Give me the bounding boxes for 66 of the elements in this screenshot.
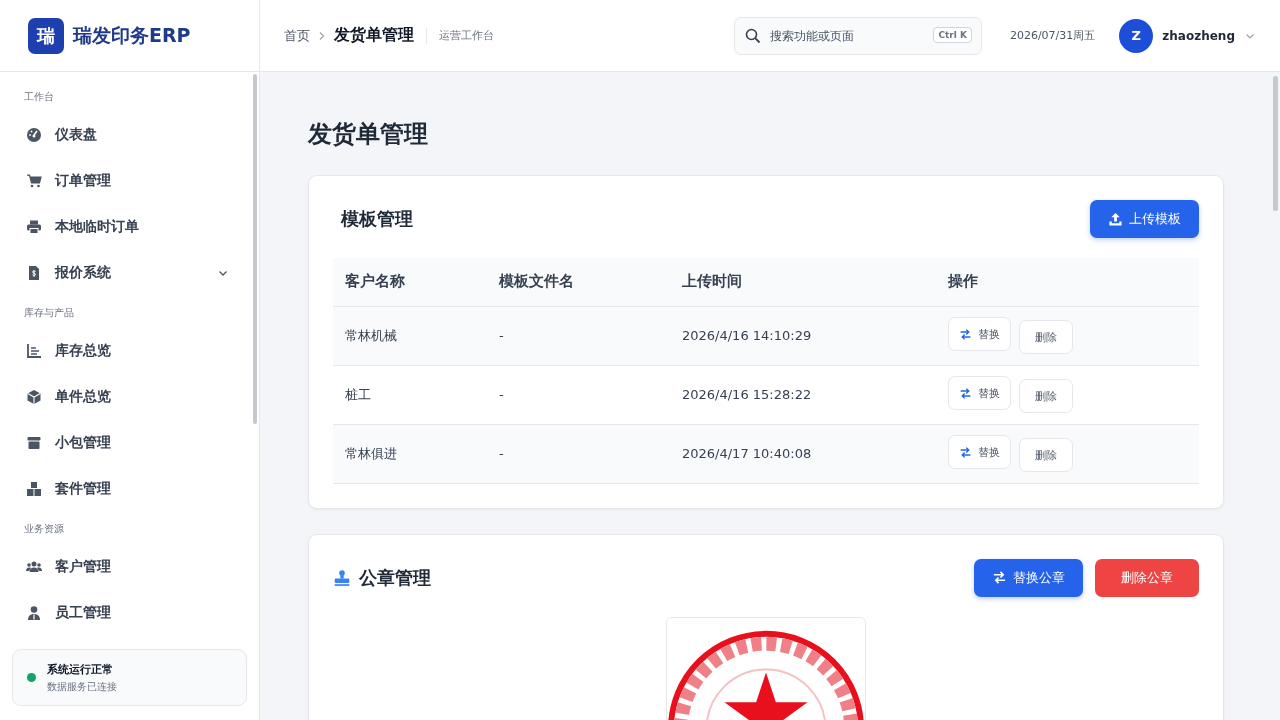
table-cell: 桩工 <box>333 365 487 424</box>
card-title: 模板管理 <box>341 207 413 231</box>
nav-item[interactable]: 仪表盘 <box>0 112 259 158</box>
table-cell: 2026/4/16 15:28:22 <box>670 365 936 424</box>
page-title: 发货单管理 <box>308 119 429 150</box>
nav-item[interactable]: 客户管理 <box>0 544 259 590</box>
table-cell: 常林机械 <box>333 306 487 365</box>
replace-button[interactable]: 替换 <box>948 376 1011 410</box>
boxes-icon <box>26 481 42 497</box>
nav-group-title: 工作台 <box>23 90 55 104</box>
logo-badge: 瑞 <box>28 17 64 54</box>
swap-icon <box>959 327 972 341</box>
nav-item[interactable]: 员工管理 <box>0 590 259 636</box>
user-avatar: Z <box>1119 18 1154 53</box>
table-cell: - <box>487 365 670 424</box>
column-header: 操作 <box>936 258 1199 306</box>
status-title: 系统运行正常 <box>47 661 114 677</box>
card-title: 公章管理 <box>359 565 431 590</box>
breadcrumb-current: 发货单管理 <box>334 25 414 46</box>
breadcrumb-link[interactable]: 首页 <box>284 26 310 45</box>
users-icon <box>26 559 42 575</box>
nav-item[interactable]: 小包管理 <box>0 420 259 466</box>
box-icon <box>26 435 42 451</box>
nav-item[interactable]: 订单管理 <box>0 158 259 204</box>
user-icon <box>26 605 42 621</box>
delete-seal-button[interactable]: 删除公章 <box>1095 558 1199 597</box>
stamp-icon <box>333 568 351 587</box>
gauge-icon <box>26 127 42 143</box>
printer-icon <box>26 219 42 235</box>
table-cell: 2026/4/16 14:10:29 <box>670 306 936 365</box>
user-name: zhaozheng <box>1162 28 1235 43</box>
delete-button[interactable]: 删除 <box>1019 438 1073 472</box>
nav-group-title: 库存与产品 <box>23 306 75 320</box>
upload-button[interactable]: 上传模板 <box>1090 200 1199 238</box>
delete-button[interactable]: 删除 <box>1019 320 1073 354</box>
delete-button[interactable]: 删除 <box>1019 379 1073 413</box>
cube-icon <box>26 389 42 405</box>
nav-group-title: 业务资源 <box>23 522 65 536</box>
user-menu[interactable]: Z zhaozheng <box>1119 18 1256 53</box>
swap-icon <box>959 445 972 459</box>
cart-icon <box>26 173 42 189</box>
workspace-label: 运营工作台 <box>439 28 494 43</box>
nav-item[interactable]: 报价系统 <box>0 250 259 296</box>
table-cell: 2026/4/17 10:40:08 <box>670 424 936 483</box>
date-label: 2026/07/31周五 <box>1009 28 1096 43</box>
document-icon <box>26 265 42 281</box>
column-header: 模板文件名 <box>487 258 670 306</box>
nav-item[interactable]: 单件总览 <box>0 374 259 420</box>
table-cell: - <box>487 306 670 365</box>
app-name: 瑞发印务ERP <box>73 22 191 48</box>
nav-item[interactable]: 库存总览 <box>0 328 259 374</box>
table-cell: - <box>487 424 670 483</box>
chevron-right-icon <box>318 30 326 41</box>
upload-icon <box>1108 211 1123 227</box>
swap-icon <box>959 386 972 400</box>
replace-seal-button[interactable]: 替换公章 <box>974 558 1083 597</box>
replace-button[interactable]: 替换 <box>948 317 1011 351</box>
nav-item[interactable]: 套件管理 <box>0 466 259 512</box>
column-header: 上传时间 <box>670 258 936 306</box>
swap-icon <box>992 570 1007 585</box>
nav-item[interactable]: 本地临时订单 <box>0 204 259 250</box>
column-header: 客户名称 <box>333 258 487 306</box>
replace-button[interactable]: 替换 <box>948 435 1011 469</box>
chart-icon <box>26 343 42 359</box>
table-cell: 常林俱进 <box>333 424 487 483</box>
status-subtitle: 数据服务已连接 <box>47 679 117 694</box>
